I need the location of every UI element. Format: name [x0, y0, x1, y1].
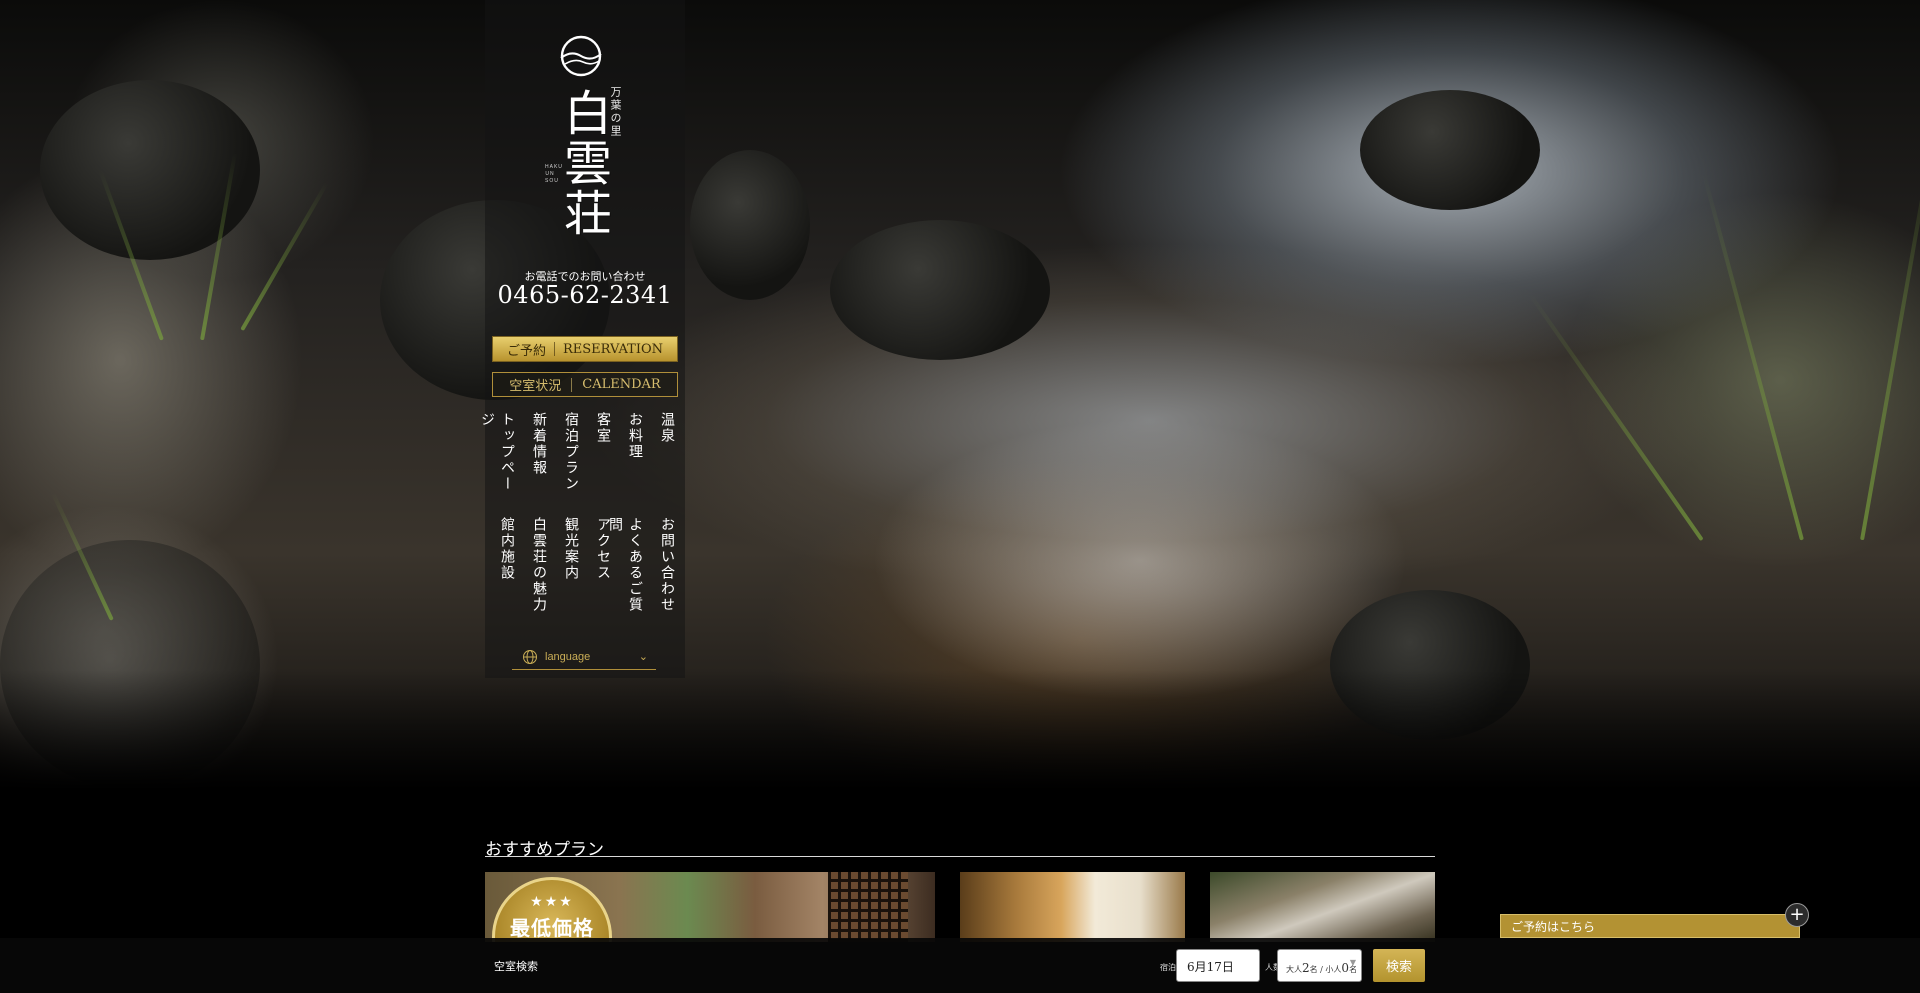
side-navigation-panel: 白雲荘 万葉の里 HAKU UN SOU お電話でのお問い合わせ 0465-62… — [479, 0, 685, 678]
hero-background — [0, 0, 1920, 790]
nav-item-cuisine[interactable]: お料理 — [621, 412, 645, 504]
lowest-price-badge: ★★★ 最低価格 — [492, 877, 612, 942]
nav-item-news[interactable]: 新着情報 — [525, 412, 549, 504]
nav-item-contact[interactable]: お問い合わせ — [653, 517, 677, 621]
language-label: language — [545, 650, 591, 663]
nav-item-faq[interactable]: よくあるご質問 — [607, 517, 645, 621]
nav-item-facilities[interactable]: 館内施設 — [493, 517, 517, 621]
plan-card[interactable] — [1210, 872, 1435, 942]
search-button-label: 検索 — [1385, 960, 1412, 975]
reservation-label-en: RESERVATION — [562, 341, 664, 357]
booking-search-bar: 空室検索 宿泊日 6月17日 人数 大人2名 / 小人0名 ▼ 検索 — [0, 938, 1920, 993]
calendar-button[interactable]: 空室状況 CALENDAR — [492, 372, 678, 397]
globe-icon — [523, 649, 537, 664]
guests-select[interactable]: 大人2名 / 小人0名 ▼ — [1277, 949, 1362, 982]
reservation-button[interactable]: ご予約 RESERVATION — [492, 336, 678, 362]
reservation-accordion[interactable]: ご予約はこちら — [1500, 914, 1800, 938]
plan-card[interactable]: ★★★ 最低価格 — [485, 872, 935, 942]
divider — [553, 342, 555, 356]
nav-item-charm[interactable]: 白雲荘の魅力 — [525, 517, 549, 621]
logo-roman-text: HAKU UN SOU — [545, 164, 563, 184]
main-nav-row-2: お問い合わせ よくあるご質問 アクセス 観光案内 白雲荘の魅力 館内施設 — [493, 517, 677, 621]
logo-main-text: 白雲荘 — [555, 88, 611, 238]
plus-icon[interactable]: + — [1785, 903, 1809, 927]
nav-item-top[interactable]: トップページ — [479, 412, 517, 504]
nav-item-rooms[interactable]: 客室 — [589, 412, 613, 504]
moon-wave-logo-icon — [560, 35, 602, 77]
plan-card[interactable] — [960, 872, 1185, 942]
calendar-label-ja: 空室状況 — [509, 379, 562, 394]
calendar-label-en: CALENDAR — [582, 377, 661, 392]
badge-text: 最低価格 — [510, 916, 594, 940]
booking-bar-title: 空室検索 — [494, 960, 538, 973]
checkin-date-value: 6月17日 — [1187, 960, 1234, 974]
reservation-label-ja: ご予約 — [506, 343, 546, 359]
site-logo[interactable]: 白雲荘 万葉の里 HAKU UN SOU — [485, 28, 685, 258]
caret-down-icon: ▼ — [1349, 958, 1356, 967]
guests-prefix: 大人 — [1286, 965, 1302, 974]
guests-adults: 2 — [1302, 961, 1310, 975]
checkin-date-field[interactable]: 6月17日 — [1176, 949, 1260, 982]
recommended-plans-heading: おすすめプラン — [485, 835, 1435, 860]
main-nav-row-1: 温泉 お料理 客室 宿泊プラン 新着情報 トップページ — [479, 412, 677, 504]
divider — [571, 377, 573, 392]
logo-sub-text: 万葉の里 — [609, 86, 622, 138]
nav-item-plans[interactable]: 宿泊プラン — [557, 412, 581, 504]
nav-item-sightseeing[interactable]: 観光案内 — [557, 517, 581, 621]
language-selector[interactable]: language ⌄ — [512, 644, 656, 670]
nav-item-onsen[interactable]: 温泉 — [653, 412, 677, 504]
phone-number[interactable]: 0465-62-2341 — [485, 281, 685, 309]
guests-children: 0 — [1341, 961, 1350, 975]
guests-mid: 名 / 小人 — [1309, 965, 1342, 974]
badge-stars: ★★★ — [530, 894, 574, 910]
accordion-label: ご予約はこちら — [1511, 919, 1596, 934]
search-button[interactable]: 検索 — [1373, 949, 1425, 982]
plan-image-lattice — [828, 872, 908, 942]
chevron-down-icon: ⌄ — [638, 651, 648, 663]
